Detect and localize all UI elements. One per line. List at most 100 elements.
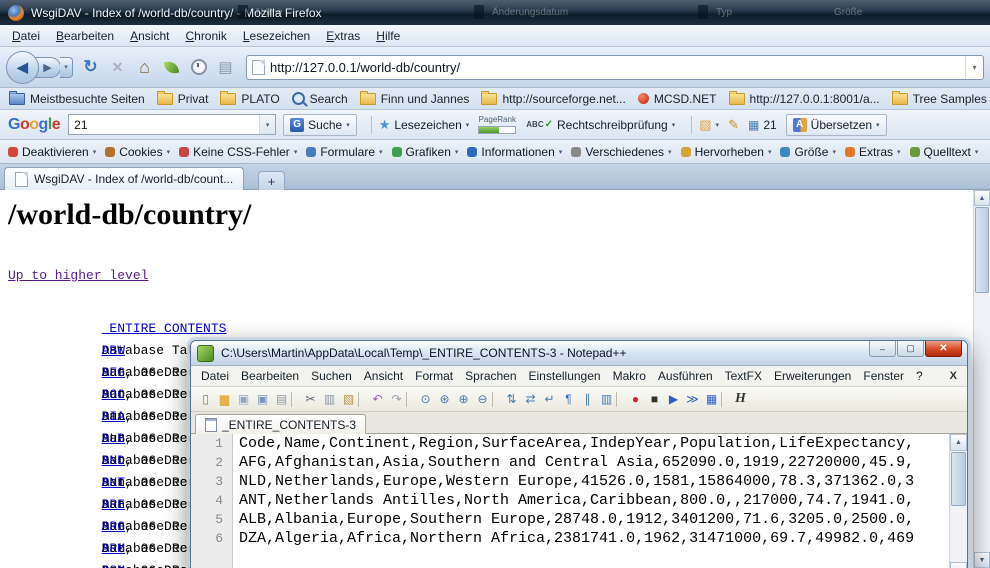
toolbar-item[interactable]: ⊕	[454, 390, 473, 409]
bookmark-item[interactable]: http://sourceforge.net...	[478, 91, 628, 107]
menu-item[interactable]: Datei	[4, 27, 48, 45]
scroll-thumb[interactable]	[975, 207, 989, 293]
translate-button[interactable]: A Übersetzen ▾	[786, 114, 887, 136]
notepad-menu-item[interactable]: Einstellungen	[523, 367, 607, 385]
google-search-button[interactable]: G Suche ▾	[283, 114, 357, 136]
maximize-button[interactable]: ▢	[897, 341, 924, 357]
webdev-menu-item[interactable]: Verschiedenes ▾	[571, 145, 671, 159]
toolbar-item[interactable]: ▦	[702, 390, 721, 409]
menu-item[interactable]: Chronik	[177, 27, 234, 45]
toolbar-item[interactable]: ■	[645, 390, 664, 409]
pagerank-indicator[interactable]: PageRank	[478, 116, 516, 134]
toolbar-item[interactable]: ⊙	[416, 390, 435, 409]
google-search-dropdown[interactable]: ▾	[259, 115, 275, 134]
google-search-input[interactable]	[69, 118, 259, 132]
content-scrollbar[interactable]: ▲ ▼	[973, 190, 990, 568]
toolbar-item[interactable]: ▧	[339, 390, 358, 409]
tab-wsgidav[interactable]: WsgiDAV - Index of /world-db/count...	[4, 167, 244, 190]
editor-area[interactable]: 1 Code,Name,Continent,Region,SurfaceArea…	[191, 434, 967, 568]
url-bar[interactable]: ▾	[246, 55, 984, 80]
menu-item[interactable]: Hilfe	[368, 27, 408, 45]
editor-tab[interactable]: _ENTIRE_CONTENTS-3	[195, 414, 366, 434]
toolbar-item[interactable]: ✂	[301, 390, 320, 409]
bookmark-item[interactable]: Search	[289, 91, 351, 107]
menu-item[interactable]: Ansicht	[122, 27, 177, 45]
toolbar-item[interactable]: ≫	[683, 390, 702, 409]
toolbar-item[interactable]	[406, 392, 414, 407]
autofill-button[interactable]: ✎	[728, 117, 739, 133]
toolbar-item[interactable]	[358, 392, 366, 407]
home-button[interactable]: ⌂	[132, 54, 157, 80]
toolbar-item[interactable]: ▣	[234, 390, 253, 409]
toolbar-item[interactable]	[616, 392, 624, 407]
bookmark-item[interactable]: Finn und Jannes	[357, 91, 473, 107]
toolbar-item[interactable]: ∥	[578, 390, 597, 409]
webdev-menu-item[interactable]: Deaktivieren ▾	[8, 145, 96, 159]
toolbar-item[interactable]: ⊛	[435, 390, 454, 409]
webdev-menu-item[interactable]: Keine CSS-Fehler ▾	[179, 145, 297, 159]
scroll-down-arrow[interactable]: ▼	[974, 552, 990, 568]
url-dropdown-button[interactable]: ▾	[965, 56, 983, 79]
scroll-thumb[interactable]	[951, 452, 966, 506]
toolbar-item[interactable]	[721, 392, 729, 407]
url-input[interactable]	[265, 60, 965, 75]
notepad-menu-item[interactable]: Datei	[195, 367, 235, 385]
toolbar-item[interactable]: ▯	[196, 390, 215, 409]
webdev-menu-item[interactable]: Hervorheben ▾	[681, 145, 772, 159]
notepad-menu-item[interactable]: Sprachen	[459, 367, 522, 385]
scroll-up-arrow[interactable]: ▲	[950, 434, 967, 451]
notepad-menu-item[interactable]: Suchen	[305, 367, 358, 385]
notepad-menu-item[interactable]: TextFX	[719, 367, 768, 385]
toolbar-item[interactable]	[492, 392, 500, 407]
toolbar-item[interactable]: ¶	[559, 390, 578, 409]
toolbar-item[interactable]: ⇅	[502, 390, 521, 409]
notepad-menu-item[interactable]: Format	[409, 367, 459, 385]
webdev-menu-item[interactable]: Cookies ▾	[105, 145, 170, 159]
webdev-menu-item[interactable]: Grafiken ▾	[392, 145, 459, 159]
new-tab-button[interactable]: +	[258, 171, 285, 190]
toolbar-item[interactable]: ↷	[387, 390, 406, 409]
print-button[interactable]: ▤	[213, 54, 238, 80]
google-bookmarks-button[interactable]: ★ Lesezeichen ▾	[379, 117, 470, 133]
google-search-box[interactable]: ▾	[68, 114, 276, 135]
minimize-button[interactable]: –	[869, 341, 896, 357]
back-button[interactable]: ◀	[6, 51, 39, 84]
toolbar-item[interactable]: H	[731, 390, 750, 409]
up-to-higher-level-link[interactable]: Up to higher level	[8, 268, 148, 283]
menu-item[interactable]: Lesezeichen	[235, 27, 318, 45]
resource-link[interactable]: _ENTIRE_CONTENTS	[102, 318, 246, 340]
toolbar-item[interactable]: ▶	[664, 390, 683, 409]
toolbar-item[interactable]: ⊖	[473, 390, 492, 409]
menu-item[interactable]: Extras	[318, 27, 368, 45]
close-button[interactable]: ✕	[925, 341, 962, 357]
notepad-menu-item[interactable]: Erweiterungen	[768, 367, 857, 385]
notepad-menu-item[interactable]: Bearbeiten	[235, 367, 305, 385]
toolbar-item[interactable]: ▤	[272, 390, 291, 409]
toolbar-item[interactable]: ▥	[320, 390, 339, 409]
bookmark-item[interactable]: Privat	[154, 91, 212, 107]
bookmark-item[interactable]: Meistbesuchte Seiten	[6, 91, 148, 107]
editor-scrollbar[interactable]: ▲ ▼	[949, 434, 967, 568]
toolbar-item[interactable]: ●	[626, 390, 645, 409]
webdev-menu-item[interactable]: Quelltext ▾	[910, 145, 979, 159]
reload-button[interactable]: ↻	[78, 54, 103, 80]
toolbar-item[interactable]: ▆	[215, 390, 234, 409]
mdi-close-button[interactable]: X	[944, 370, 963, 382]
notepad-menu-item[interactable]: Ansicht	[358, 367, 409, 385]
toolbar-item[interactable]: ▥	[597, 390, 616, 409]
scroll-up-arrow[interactable]: ▲	[974, 190, 990, 206]
bookmark-item[interactable]: PLATO	[217, 91, 282, 107]
history-clock-button[interactable]	[186, 54, 211, 80]
toolbar-item[interactable]	[291, 392, 299, 407]
bookmark-item[interactable]: MCSD.NET	[635, 91, 720, 107]
history-dropdown-button[interactable]: ▾	[60, 57, 73, 78]
menu-item[interactable]: Bearbeiten	[48, 27, 122, 45]
toolbar-item[interactable]: ↶	[368, 390, 387, 409]
highlight-count[interactable]: ▦ 21	[748, 118, 777, 132]
google-misc-button[interactable]: ▧ ▾	[699, 117, 719, 133]
notepad-menu-item[interactable]: ?	[910, 367, 929, 385]
bookmark-item[interactable]: http://127.0.0.1:8001/a...	[726, 91, 883, 107]
notepad-menu-item[interactable]: Makro	[607, 367, 652, 385]
toolbar-item[interactable]: ⇄	[521, 390, 540, 409]
feather-extension-button[interactable]	[159, 54, 184, 80]
